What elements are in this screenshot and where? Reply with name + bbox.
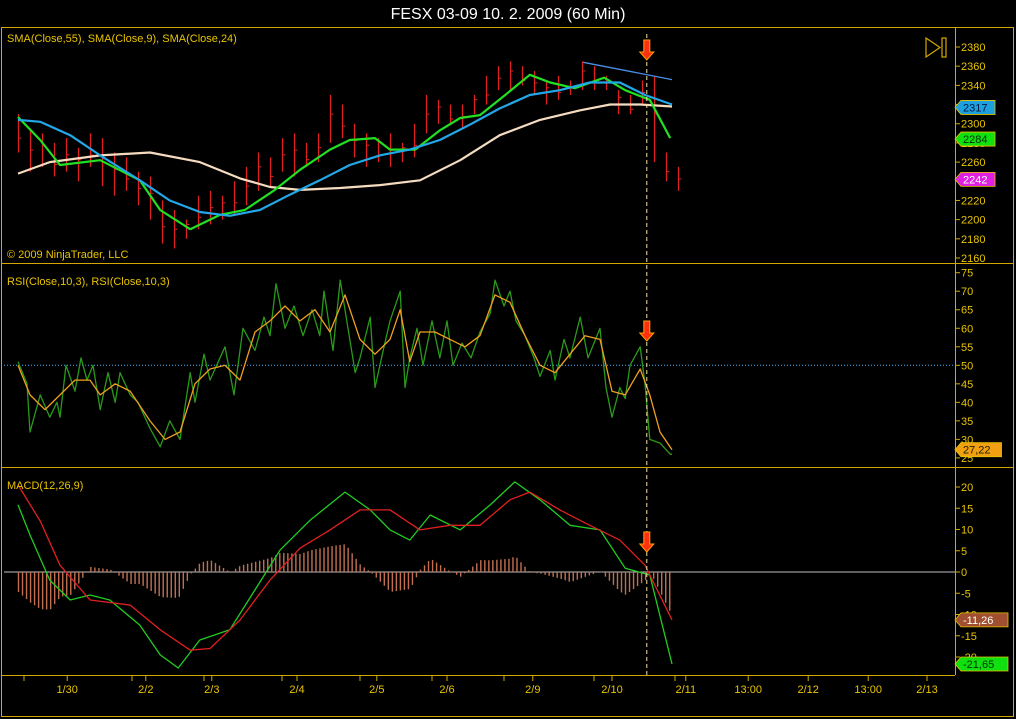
x-tick-label: 1/30 (56, 684, 77, 696)
macd-y-tick-label: 20 (961, 482, 973, 494)
x-tick-label: 13:00 (734, 684, 762, 696)
price-y-tick-label: 2380 (961, 42, 985, 54)
x-tick-label: 13:00 (854, 684, 882, 696)
x-tick-label: 2/10 (601, 684, 622, 696)
rsi-y-tick-label: 70 (961, 286, 973, 298)
price-price-tag-value: 2284 (963, 134, 987, 146)
price-y-tick-label: 2160 (961, 253, 985, 265)
price-y-tick-label: 2220 (961, 195, 985, 207)
rsi-y-tick-label: 75 (961, 268, 973, 280)
rsi-panel-label: RSI(Close,10,3), RSI(Close,10,3) (7, 276, 170, 288)
macd-y-tick-label: -5 (961, 588, 971, 600)
x-tick-label: 2/5 (369, 684, 384, 696)
macd-y-tick-label: 15 (961, 503, 973, 515)
x-tick-label: 2/11 (676, 684, 697, 696)
chart-window: FESX 03-09 10. 2. 2009 (60 Min) 2380 2360… (0, 0, 1016, 719)
x-tick-label: 2/3 (204, 684, 219, 696)
x-tick-label: 2/2 (138, 684, 153, 696)
price-y-tick-label: 2200 (961, 215, 985, 227)
rsi-y-tick-label: 35 (961, 416, 973, 428)
rsi-y-tick-label: 50 (961, 360, 973, 372)
price-panel-label: SMA(Close,55), SMA(Close,9), SMA(Close,2… (7, 33, 237, 45)
price-y-tick-label: 2300 (961, 119, 985, 131)
macd-panel-label: MACD(12,26,9) (7, 480, 83, 492)
macd-price-tag-value: -11,26 (963, 615, 993, 627)
macd-y-tick-label: 10 (961, 525, 973, 537)
rsi-y-tick-label: 55 (961, 342, 973, 354)
price-y-tick-label: 2180 (961, 234, 985, 246)
x-tick-label: 2/13 (916, 684, 937, 696)
x-tick-label: 2/12 (797, 684, 818, 696)
copyright-text: © 2009 NinjaTrader, LLC (7, 249, 128, 261)
rsi-y-tick-label: 45 (961, 379, 973, 391)
x-tick-label: 2/4 (289, 684, 304, 696)
macd-price-tag-value: -21,65 (963, 659, 994, 671)
rsi-y-tick-label: 40 (961, 397, 973, 409)
macd-y-tick-label: 0 (961, 567, 967, 579)
price-price-tag-value: 2242 (963, 174, 987, 186)
x-tick-label: 2/9 (525, 684, 540, 696)
rsi-y-tick-label: 60 (961, 323, 973, 335)
rsi-y-tick-label: 65 (961, 305, 973, 317)
price-y-tick-label: 2260 (961, 157, 985, 169)
chart-title: FESX 03-09 10. 2. 2009 (60 Min) (391, 6, 626, 23)
price-price-tag-value: 2317 (963, 102, 987, 114)
price-y-tick-label: 2360 (961, 61, 985, 73)
macd-y-tick-label: -15 (961, 631, 977, 643)
background (0, 0, 1016, 719)
rsi-price-tag-value: 27,22 (963, 445, 991, 457)
macd-y-tick-label: 5 (961, 546, 967, 558)
price-y-tick-label: 2340 (961, 80, 985, 92)
x-tick-label: 2/6 (439, 684, 454, 696)
